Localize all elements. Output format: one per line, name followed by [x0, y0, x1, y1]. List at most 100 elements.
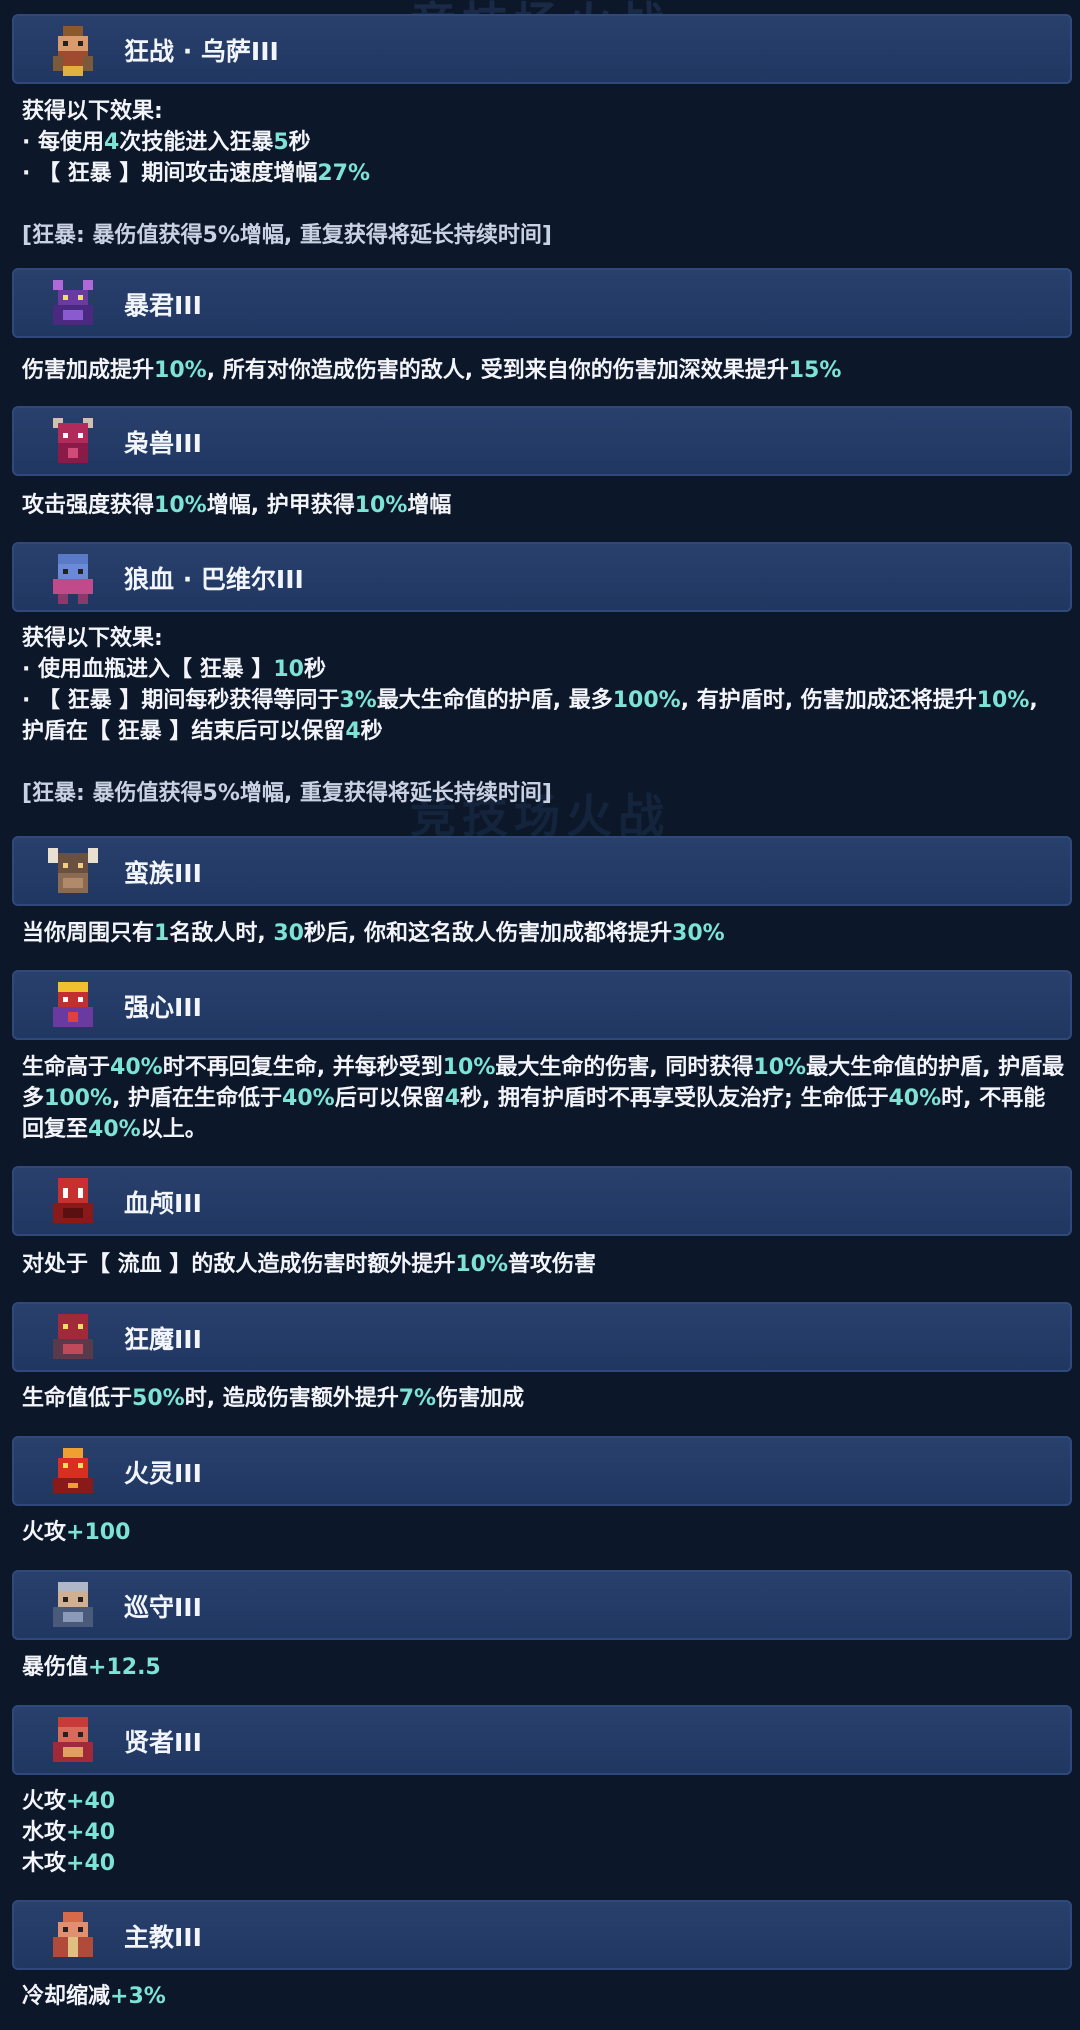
talent-description: 火攻+40 水攻+40 木攻+40	[22, 1786, 1066, 1879]
desc-line: 木攻+40	[22, 1851, 116, 1876]
value-highlight: 4	[345, 719, 361, 744]
desc-line: · 每使用4次技能进入狂暴5秒	[22, 130, 311, 155]
value-highlight: 40%	[110, 1055, 163, 1080]
value-highlight: 5	[273, 130, 289, 155]
talent-header[interactable]: 狼血 · 巴维尔III	[12, 542, 1072, 612]
talent-title: 蛮族III	[124, 859, 202, 888]
desc-line	[22, 747, 1066, 778]
talent-header[interactable]: 枭兽III	[12, 406, 1072, 476]
talent-description: 冷却缩减+3%	[22, 1981, 1066, 2012]
firespirit-portrait-icon	[53, 1448, 93, 1493]
value-highlight: 4	[444, 1086, 461, 1111]
talent-header[interactable]: 暴君III	[12, 268, 1072, 338]
value-highlight: 10%	[354, 493, 408, 518]
desc-line: 火攻+100	[22, 1520, 131, 1545]
desc-line: · 使用血瓶进入【 狂暴 】10秒	[22, 657, 326, 682]
value-highlight: 10%	[442, 1055, 496, 1080]
talent-header[interactable]: 主教III	[12, 1900, 1072, 1970]
talent-description: 暴伤值+12.5	[22, 1652, 1066, 1683]
value-highlight: 15%	[788, 358, 842, 383]
value-highlight: 10%	[455, 1252, 508, 1277]
talent-title: 主教III	[124, 1923, 202, 1952]
talent-description: 伤害加成提升10%, 所有对你造成伤害的敌人, 受到来自你的伤害加深效果提升15…	[22, 355, 1066, 386]
value-highlight: +40	[66, 1851, 116, 1876]
warden-portrait-icon	[53, 1582, 93, 1627]
desc-line: 水攻+40	[22, 1820, 116, 1845]
strongheart-portrait-icon	[53, 982, 93, 1027]
bishop-portrait-icon	[53, 1912, 93, 1957]
value-highlight: 30	[273, 921, 304, 946]
desc-line: · 【 狂暴 】期间攻击速度增幅27%	[22, 161, 371, 186]
desc-line: 暴伤值+12.5	[22, 1655, 161, 1680]
desc-line: 获得以下效果:	[22, 626, 163, 651]
talent-title: 巡守III	[124, 1593, 202, 1622]
talent-title: 贤者III	[124, 1728, 202, 1757]
talent-title: 枭兽III	[124, 429, 202, 458]
value-highlight: +12.5	[88, 1655, 161, 1680]
desc-line: 获得以下效果:	[22, 99, 163, 124]
talent-header[interactable]: 贤者III	[12, 1705, 1072, 1775]
value-highlight: 10%	[154, 358, 207, 383]
talent-header[interactable]: 狂战 · 乌萨III	[12, 14, 1072, 84]
talent-header[interactable]: 强心III	[12, 970, 1072, 1040]
value-highlight: 3%	[339, 688, 377, 713]
talent-header[interactable]: 狂魔III	[12, 1302, 1072, 1372]
talent-title: 狂魔III	[124, 1325, 202, 1354]
desc-line: 生命高于40%时不再回复生命, 并每秒受到10%最大生命的伤害, 同时获得10%…	[22, 1055, 1065, 1142]
value-highlight: 100%	[44, 1086, 112, 1111]
talent-header[interactable]: 巡守III	[12, 1570, 1072, 1640]
desc-line: 火攻+40	[22, 1789, 116, 1814]
beast-portrait-icon	[53, 418, 93, 463]
desc-line: 对处于【 流血 】的敌人造成伤害时额外提升10%普攻伤害	[22, 1252, 597, 1277]
sage-portrait-icon	[53, 1717, 93, 1762]
talent-title: 血颅III	[124, 1189, 202, 1218]
value-highlight: 30%	[672, 921, 725, 946]
desc-line	[22, 189, 1066, 220]
talent-description: 获得以下效果: · 每使用4次技能进入狂暴5秒 · 【 狂暴 】期间攻击速度增幅…	[22, 96, 1066, 251]
orc-berserker-portrait-icon	[53, 26, 93, 76]
value-highlight: 40%	[888, 1086, 942, 1111]
value-highlight: 50%	[132, 1386, 185, 1411]
value-highlight: 10%	[154, 493, 207, 518]
desc-note: [狂暴: 暴伤值获得5%增幅, 重复获得将延长持续时间]	[22, 781, 552, 806]
value-highlight: 100%	[612, 688, 681, 713]
value-highlight: 40%	[282, 1086, 335, 1111]
value-highlight: 7%	[398, 1386, 437, 1411]
talent-title: 狼血 · 巴维尔III	[124, 565, 304, 594]
bloodskull-portrait-icon	[53, 1178, 93, 1223]
talent-description: 生命值低于50%时, 造成伤害额外提升7%伤害加成	[22, 1383, 1066, 1414]
talent-description: 攻击强度获得10%增幅, 护甲获得10%增幅	[22, 490, 1066, 521]
talent-header[interactable]: 蛮族III	[12, 836, 1072, 906]
talent-description: 当你周围只有1名敌人时, 30秒后, 你和这名敌人伤害加成都将提升30%	[22, 918, 1066, 949]
desc-line: 生命值低于50%时, 造成伤害额外提升7%伤害加成	[22, 1386, 525, 1411]
talent-header[interactable]: 血颅III	[12, 1166, 1072, 1236]
value-highlight: 40%	[88, 1117, 141, 1142]
desc-line: 冷却缩减+3%	[22, 1984, 166, 2009]
talent-header[interactable]: 火灵III	[12, 1436, 1072, 1506]
talent-description: 火攻+100	[22, 1517, 1066, 1548]
talent-description: 获得以下效果: · 使用血瓶进入【 狂暴 】10秒 · 【 狂暴 】期间每秒获得…	[22, 623, 1066, 809]
value-highlight: +40	[66, 1789, 116, 1814]
value-highlight: +3%	[110, 1984, 166, 2009]
desc-line: 当你周围只有1名敌人时, 30秒后, 你和这名敌人伤害加成都将提升30%	[22, 921, 725, 946]
value-highlight: 4	[104, 130, 120, 155]
barbarian-portrait-icon	[48, 848, 98, 893]
talent-title: 暴君III	[124, 291, 202, 320]
talent-description: 对处于【 流血 】的敌人造成伤害时额外提升10%普攻伤害	[22, 1249, 1066, 1280]
value-highlight: +40	[66, 1820, 116, 1845]
desc-note: [狂暴: 暴伤值获得5%增幅, 重复获得将延长持续时间]	[22, 223, 552, 248]
value-highlight: 27%	[317, 161, 371, 186]
madfiend-portrait-icon	[53, 1314, 93, 1359]
talent-title: 强心III	[124, 993, 202, 1022]
talent-title: 火灵III	[124, 1459, 202, 1488]
value-highlight: 10%	[976, 688, 1030, 713]
desc-line: 伤害加成提升10%, 所有对你造成伤害的敌人, 受到来自你的伤害加深效果提升15…	[22, 358, 842, 383]
talent-title: 狂战 · 乌萨III	[124, 37, 279, 66]
talent-description: 生命高于40%时不再回复生命, 并每秒受到10%最大生命的伤害, 同时获得10%…	[22, 1052, 1066, 1145]
value-highlight: 10	[273, 657, 304, 682]
value-highlight: +100	[66, 1520, 131, 1545]
wolfblood-portrait-icon	[53, 554, 93, 604]
desc-line: 攻击强度获得10%增幅, 护甲获得10%增幅	[22, 493, 452, 518]
tyrant-portrait-icon	[53, 280, 93, 325]
value-highlight: 1	[154, 921, 170, 946]
